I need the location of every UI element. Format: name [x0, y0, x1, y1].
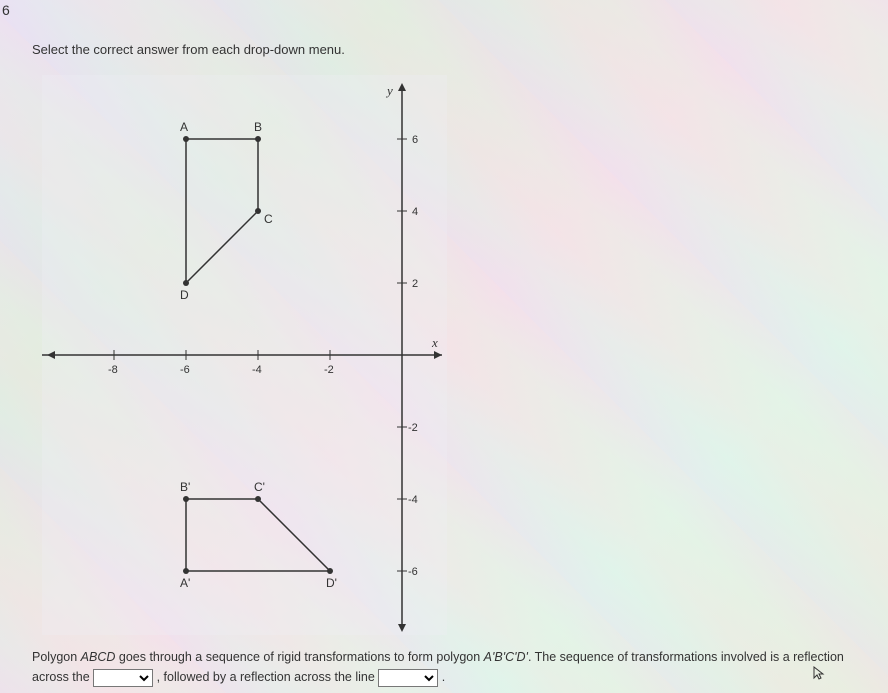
vertex-b-prime	[183, 496, 189, 502]
vertex-label-a-prime: A'	[180, 576, 190, 590]
vertex-label-a: A	[180, 120, 188, 134]
vertex-label-b-prime: B'	[180, 480, 190, 494]
y-axis-arrow-up	[398, 83, 406, 91]
dropdown-2[interactable]	[378, 669, 438, 687]
vertex-label-d-prime: D'	[326, 576, 337, 590]
question-part5: .	[438, 670, 445, 684]
x-tick-label: -2	[324, 364, 334, 376]
vertex-b	[255, 136, 261, 142]
vertex-label-d: D	[180, 288, 189, 302]
x-axis-label: x	[431, 335, 438, 350]
polygon-a-b-c-d-prime	[186, 499, 330, 571]
question-part1: Polygon	[32, 650, 81, 664]
vertex-c-prime	[255, 496, 261, 502]
polygon-abcd	[186, 139, 258, 283]
x-tick-label: -4	[252, 364, 262, 376]
x-tick-label: -8	[108, 364, 118, 376]
vertex-a-prime	[183, 568, 189, 574]
y-tick-label: 4	[412, 206, 418, 218]
question-text: Polygon ABCD goes through a sequence of …	[32, 647, 862, 687]
dropdown-1[interactable]	[93, 669, 153, 687]
y-tick-label: -6	[408, 566, 418, 578]
polygon-name-1: ABCD	[81, 650, 116, 664]
x-tick-label: -6	[180, 364, 190, 376]
question-number: 6	[2, 2, 10, 18]
y-tick-label: 6	[412, 134, 418, 146]
instruction-text: Select the correct answer from each drop…	[32, 42, 345, 57]
vertex-d-prime	[327, 568, 333, 574]
vertex-label-c: C	[264, 212, 273, 226]
vertex-c	[255, 208, 261, 214]
y-tick-label: -4	[408, 494, 418, 506]
coordinate-graph: -8 -6 -4 -2 6 4 2 -2 -4 -6 y x A B C D	[42, 75, 447, 635]
vertex-label-b: B	[254, 120, 262, 134]
cursor-icon	[812, 665, 828, 681]
y-axis-arrow-down	[398, 624, 406, 632]
graph-svg: -8 -6 -4 -2 6 4 2 -2 -4 -6 y x A B C D	[42, 75, 447, 635]
question-part4: , followed by a reflection across the li…	[153, 670, 378, 684]
y-axis-label: y	[385, 83, 393, 98]
y-tick-label: 2	[412, 278, 418, 290]
vertex-d	[183, 280, 189, 286]
x-axis-arrow-right	[434, 351, 442, 359]
vertex-a	[183, 136, 189, 142]
question-part2: goes through a sequence of rigid transfo…	[115, 650, 483, 664]
y-tick-label: -2	[408, 422, 418, 434]
polygon-name-2: A'B'C'D'	[484, 650, 528, 664]
x-axis-arrow-left	[47, 351, 55, 359]
vertex-label-c-prime: C'	[254, 480, 265, 494]
